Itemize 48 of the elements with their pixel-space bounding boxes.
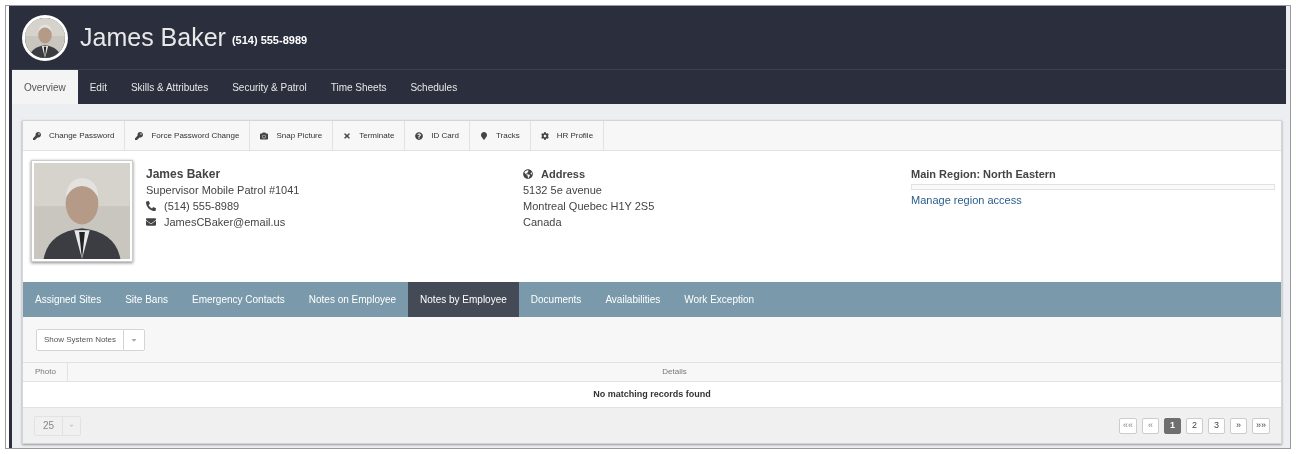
page-button[interactable]: »	[1230, 417, 1247, 434]
page-size-value: 25	[35, 416, 64, 435]
column-header: Photo	[23, 363, 68, 381]
toolbar-button[interactable]: Change Password	[23, 121, 126, 150]
gear-icon	[540, 131, 549, 140]
toolbar-button[interactable]: Force Password Change	[125, 121, 251, 150]
map-pin-icon	[479, 131, 488, 140]
key-icon	[135, 131, 144, 140]
nav-tab[interactable]: Time Sheets	[318, 70, 399, 104]
page-button[interactable]: 2	[1186, 417, 1203, 434]
question-icon	[415, 131, 424, 140]
caret-icon	[68, 422, 76, 429]
employee-name: James Baker	[80, 21, 226, 53]
phone-number: (514) 555-8989	[164, 199, 240, 214]
phone-icon	[146, 201, 156, 211]
email-address: JamesCBaker@email.us	[164, 215, 286, 230]
filter-dropdown[interactable]: Show System Notes	[36, 328, 146, 351]
address-line: 5132 5e avenue	[523, 183, 603, 198]
region-heading: Main Region: North Eastern	[911, 167, 1057, 182]
page-button[interactable]: 1	[1164, 417, 1181, 434]
toolbar-button[interactable]: HR Profile	[530, 121, 605, 150]
page-button[interactable]: 3	[1208, 417, 1225, 434]
nav-tab[interactable]: Security & Patrol	[220, 70, 319, 104]
nav-tab[interactable]: Overview	[12, 70, 78, 104]
page-button[interactable]: »»	[1252, 417, 1270, 434]
address-line: Canada	[523, 215, 563, 230]
profile-name: James Baker	[146, 166, 222, 182]
key-icon	[33, 131, 41, 140]
filter-label: Show System Notes	[37, 329, 125, 350]
nav-tab[interactable]: Edit	[77, 70, 119, 104]
column-header: Details	[661, 366, 688, 378]
manage-region-link[interactable]: Manage region access	[911, 192, 1275, 208]
empty-message: No matching records found	[593, 387, 711, 401]
toolbar-button[interactable]: Tracks	[469, 121, 531, 150]
close-icon	[343, 131, 352, 140]
envelope-icon	[146, 217, 156, 227]
camera-icon	[260, 131, 269, 140]
address-heading: Address	[541, 167, 586, 182]
section-tab[interactable]: Notes by Employee	[408, 282, 519, 317]
nav-tab[interactable]: Skills & Attributes	[118, 70, 221, 104]
globe-icon	[523, 169, 533, 179]
toolbar-button[interactable]: Terminate	[333, 121, 406, 150]
job-title: Supervisor Mobile Patrol #1041	[146, 183, 301, 198]
toolbar-button[interactable]: ID Card	[405, 121, 470, 150]
nav-tab[interactable]: Schedules	[398, 70, 470, 104]
address-line: Montreal Quebec H1Y 2S5	[523, 199, 656, 214]
toolbar-button[interactable]: Snap Picture	[250, 121, 334, 150]
employee-phone: (514) 555-8989	[231, 33, 308, 49]
